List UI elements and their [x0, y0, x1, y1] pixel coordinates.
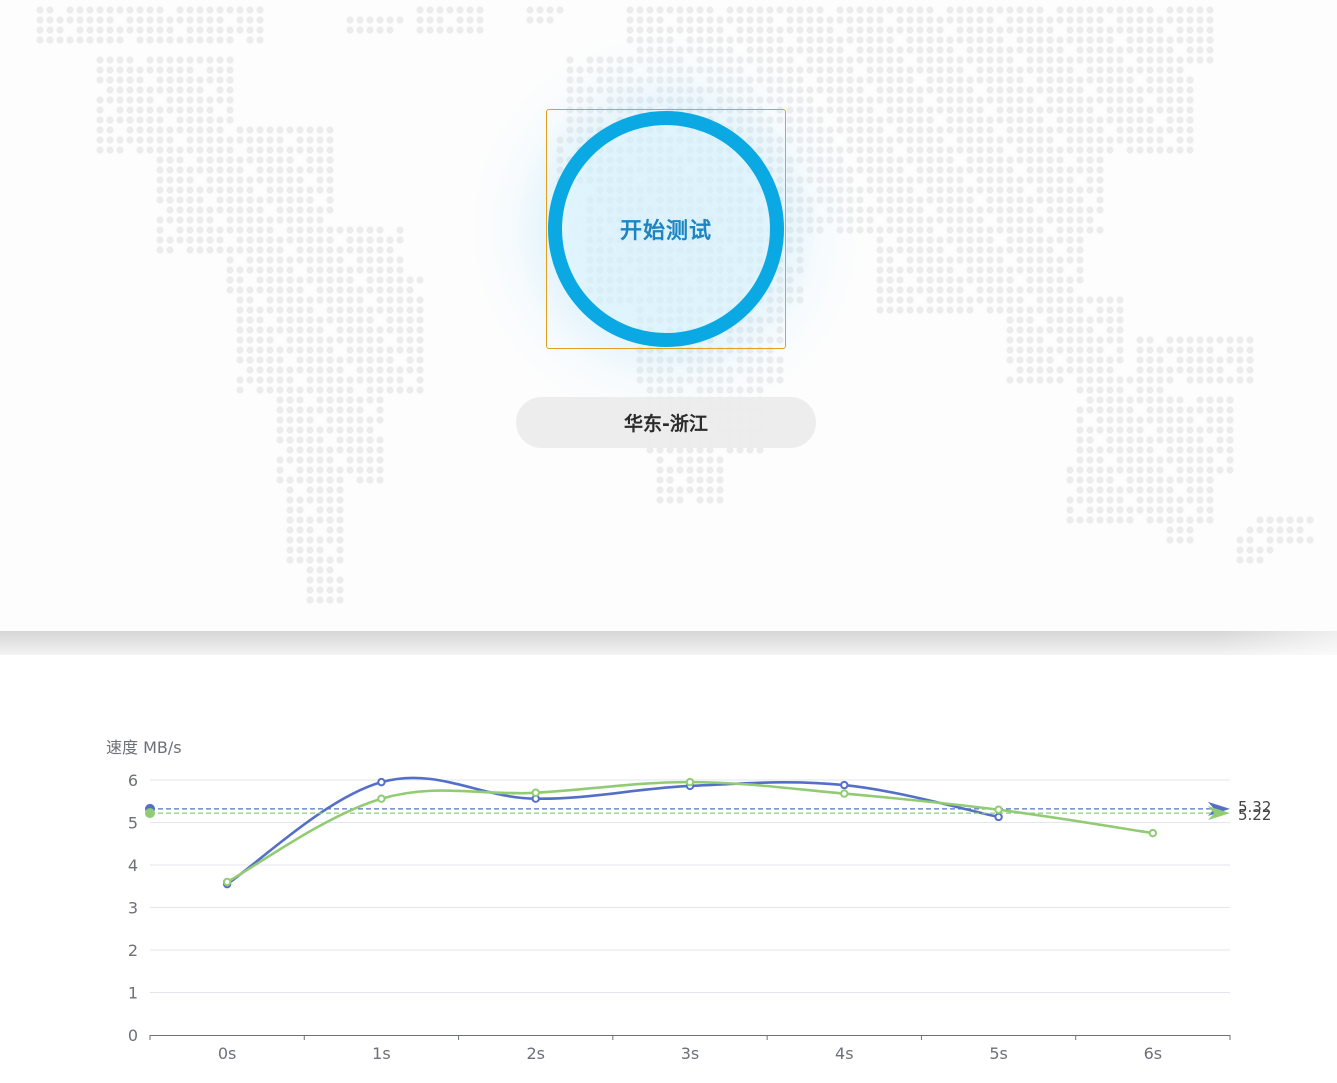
- y-tick-label: 4: [128, 856, 138, 875]
- series-line: [226, 776, 999, 886]
- data-point: [531, 788, 540, 797]
- data-point: [685, 777, 695, 787]
- data-point: [994, 812, 1003, 822]
- y-tick-label: 6: [128, 771, 138, 790]
- test-node-selector[interactable]: 华东-浙江: [516, 397, 816, 448]
- x-tick-label: 3s: [681, 1044, 700, 1063]
- start-test-button[interactable]: 开始测试: [546, 109, 786, 349]
- series-line: [226, 780, 1154, 884]
- y-tick-label: 3: [128, 899, 138, 918]
- data-point: [377, 777, 386, 787]
- y-tick-label: 1: [128, 984, 138, 1003]
- x-tick-label: 2s: [526, 1044, 545, 1063]
- average-label: 5.22: [1238, 806, 1271, 824]
- x-tick-label: 0s: [218, 1044, 237, 1063]
- series-1: 5.32: [145, 776, 1271, 889]
- data-point: [1148, 828, 1158, 838]
- speed-chart-section: 0 1 2 3 4 5 6 速度 MB/s 0s 1s 2s 3s 4s 5s 6s 5.32 5.22: [0, 655, 1337, 1083]
- x-tick-label: 5s: [989, 1044, 1008, 1063]
- y-tick-label: 0: [128, 1026, 138, 1045]
- x-tick-label: 4s: [835, 1044, 854, 1063]
- x-tick-label: 6s: [1144, 1044, 1163, 1063]
- start-test-label: 开始测试: [619, 219, 712, 244]
- section-divider: [0, 631, 1337, 655]
- y-axis-label: 速度 MB/s: [106, 738, 182, 757]
- speed-test-panel: 开始测试 华东-浙江: [0, 0, 1337, 631]
- series-2: 5.22: [145, 777, 1271, 887]
- data-point: [222, 877, 232, 887]
- y-tick-label: 2: [128, 941, 138, 960]
- data-point: [840, 780, 849, 790]
- data-point: [840, 789, 849, 798]
- average-line-start: [145, 808, 155, 819]
- data-point: [377, 794, 386, 803]
- y-tick-label: 5: [128, 814, 138, 833]
- test-node-label: 华东-浙江: [624, 413, 708, 435]
- speed-chart: 0 1 2 3 4 5 6 速度 MB/s 0s 1s 2s 3s 4s 5s 6s 5.325.22: [106, 738, 1271, 1063]
- x-axis: 0s 1s 2s 3s 4s 5s 6s: [149, 1035, 1231, 1063]
- x-tick-label: 1s: [372, 1044, 391, 1063]
- data-point: [994, 805, 1003, 814]
- chart-grid: 0 1 2 3 4 5 6: [128, 771, 1230, 1045]
